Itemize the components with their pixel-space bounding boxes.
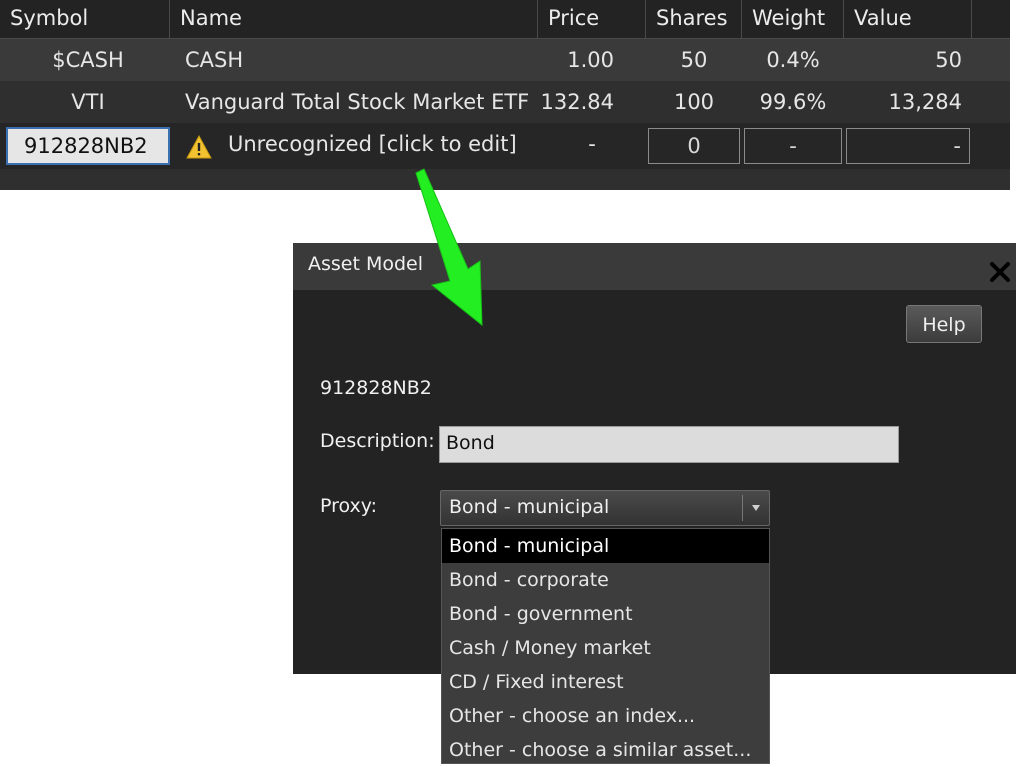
proxy-select[interactable]: Bond - municipal bbox=[440, 490, 770, 526]
cell-value: 13,284 bbox=[888, 90, 962, 114]
asset-symbol: 912828NB2 bbox=[320, 377, 432, 399]
dropdown-option-bond-government[interactable]: Bond - government bbox=[442, 597, 769, 631]
cell-shares: 100 bbox=[673, 90, 715, 114]
column-header-symbol[interactable]: Symbol bbox=[0, 0, 170, 38]
dropdown-option-bond-corporate[interactable]: Bond - corporate bbox=[442, 563, 769, 597]
column-header-name[interactable]: Name bbox=[170, 0, 538, 38]
green-arrow-annotation bbox=[415, 168, 483, 327]
description-input[interactable]: Bond bbox=[439, 426, 899, 463]
cell-price: - bbox=[588, 132, 596, 156]
column-header-value[interactable]: Value bbox=[844, 0, 972, 38]
select-divider bbox=[742, 495, 743, 521]
dialog-title: Asset Model bbox=[308, 253, 424, 275]
cell-value: 50 bbox=[935, 48, 962, 72]
table-empty-row bbox=[0, 169, 1010, 190]
symbol-input[interactable]: 912828NB2 bbox=[6, 127, 170, 165]
proxy-dropdown-list: Bond - municipal Bond - corporate Bond -… bbox=[441, 528, 770, 764]
dialog-titlebar[interactable]: Asset Model bbox=[293, 243, 1016, 290]
dropdown-option-other-similar-asset[interactable]: Other - choose a similar asset... bbox=[442, 733, 769, 767]
cell-weight: 0.4% bbox=[766, 48, 820, 72]
dropdown-option-cd-fixed-interest[interactable]: CD / Fixed interest bbox=[442, 665, 769, 699]
proxy-label: Proxy: bbox=[320, 495, 378, 517]
value-input[interactable]: - bbox=[846, 128, 970, 164]
cell-symbol: VTI bbox=[71, 90, 105, 114]
cell-weight: 99.6% bbox=[759, 90, 827, 114]
weight-input[interactable]: - bbox=[744, 128, 842, 164]
table-row-editing[interactable]: 912828NB2 Unrecognized [click to edit] -… bbox=[0, 123, 1010, 169]
column-header-weight[interactable]: Weight bbox=[742, 0, 844, 38]
cell-symbol: $CASH bbox=[52, 48, 124, 72]
help-button[interactable]: Help bbox=[906, 305, 982, 343]
window-edge bbox=[1010, 0, 1016, 190]
dropdown-option-other-index[interactable]: Other - choose an index... bbox=[442, 699, 769, 733]
dropdown-option-bond-municipal[interactable]: Bond - municipal bbox=[442, 529, 769, 563]
shares-input[interactable]: 0 bbox=[648, 128, 740, 164]
table-header: Symbol Name Price Shares Weight Value bbox=[0, 0, 1010, 39]
cell-price: 1.00 bbox=[567, 48, 614, 72]
holdings-table: Symbol Name Price Shares Weight Value $C… bbox=[0, 0, 1010, 190]
proxy-select-value: Bond - municipal bbox=[449, 496, 610, 518]
cell-name: CASH bbox=[185, 48, 244, 72]
dropdown-option-cash-money-market[interactable]: Cash / Money market bbox=[442, 631, 769, 665]
cell-price: 132.84 bbox=[540, 90, 614, 114]
chevron-down-icon[interactable] bbox=[750, 502, 762, 514]
warning-icon bbox=[186, 135, 212, 159]
cell-shares: 50 bbox=[680, 48, 708, 72]
description-label: Description: bbox=[320, 430, 435, 452]
close-icon[interactable] bbox=[989, 261, 1011, 283]
table-row[interactable]: VTI Vanguard Total Stock Market ETF 132.… bbox=[0, 81, 1010, 123]
unrecognized-link[interactable]: Unrecognized [click to edit] bbox=[228, 123, 538, 165]
cell-name: Vanguard Total Stock Market ETF bbox=[185, 90, 530, 114]
column-header-shares[interactable]: Shares bbox=[646, 0, 742, 38]
column-header-price[interactable]: Price bbox=[538, 0, 646, 38]
table-row[interactable]: $CASH CASH 1.00 50 0.4% 50 bbox=[0, 39, 1010, 81]
